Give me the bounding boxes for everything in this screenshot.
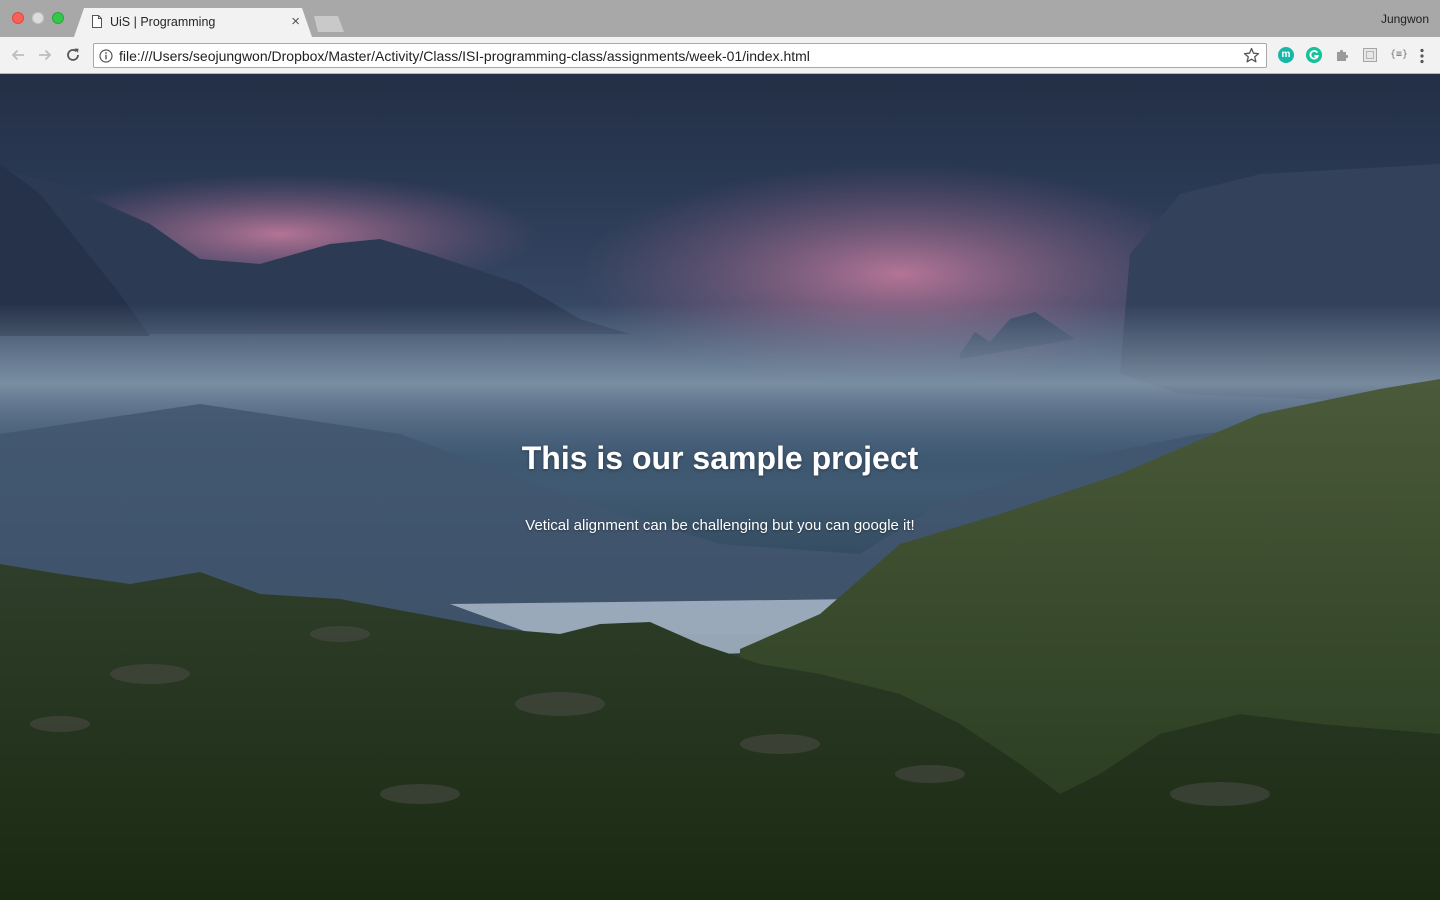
page-title: This is our sample project <box>521 440 919 476</box>
tab-close-icon[interactable]: × <box>291 14 300 29</box>
window-close-button[interactable] <box>12 12 24 24</box>
json-viewer-icon[interactable]: {≡} <box>1390 47 1408 63</box>
back-arrow-icon[interactable] <box>9 46 27 64</box>
browser-toolbar: file:///Users/seojungwon/Dropbox/Master/… <box>0 37 1440 74</box>
forward-arrow-icon[interactable] <box>36 46 54 64</box>
puzzle-extension-icon[interactable] <box>1334 47 1350 63</box>
info-icon[interactable] <box>99 49 113 63</box>
url-text[interactable]: file:///Users/seojungwon/Dropbox/Master/… <box>119 48 810 64</box>
tab-title: UiS | Programming <box>110 15 216 29</box>
window-titlebar: UiS | Programming × Jungwon <box>0 0 1440 37</box>
screenshot-extension-icon[interactable] <box>1362 47 1378 63</box>
landscape-background-image <box>0 164 1440 900</box>
more-menu-icon[interactable] <box>1416 47 1428 65</box>
page-subtitle: Vetical alignment can be challenging but… <box>525 517 915 534</box>
extension-m-icon[interactable]: m <box>1278 47 1294 63</box>
bookmark-star-icon[interactable] <box>1243 47 1260 64</box>
page-viewport: This is our sample project Vetical align… <box>0 74 1440 900</box>
browser-tab-active[interactable]: UiS | Programming × <box>74 8 312 37</box>
window-zoom-button[interactable] <box>52 12 64 24</box>
address-bar[interactable]: file:///Users/seojungwon/Dropbox/Master/… <box>93 43 1267 68</box>
grammarly-icon[interactable] <box>1306 47 1322 63</box>
window-minimize-button[interactable] <box>32 12 44 24</box>
profile-name-button[interactable]: Jungwon <box>1381 12 1429 26</box>
reload-icon[interactable] <box>64 46 82 64</box>
page-icon <box>92 15 102 28</box>
new-tab-button[interactable] <box>314 16 344 32</box>
